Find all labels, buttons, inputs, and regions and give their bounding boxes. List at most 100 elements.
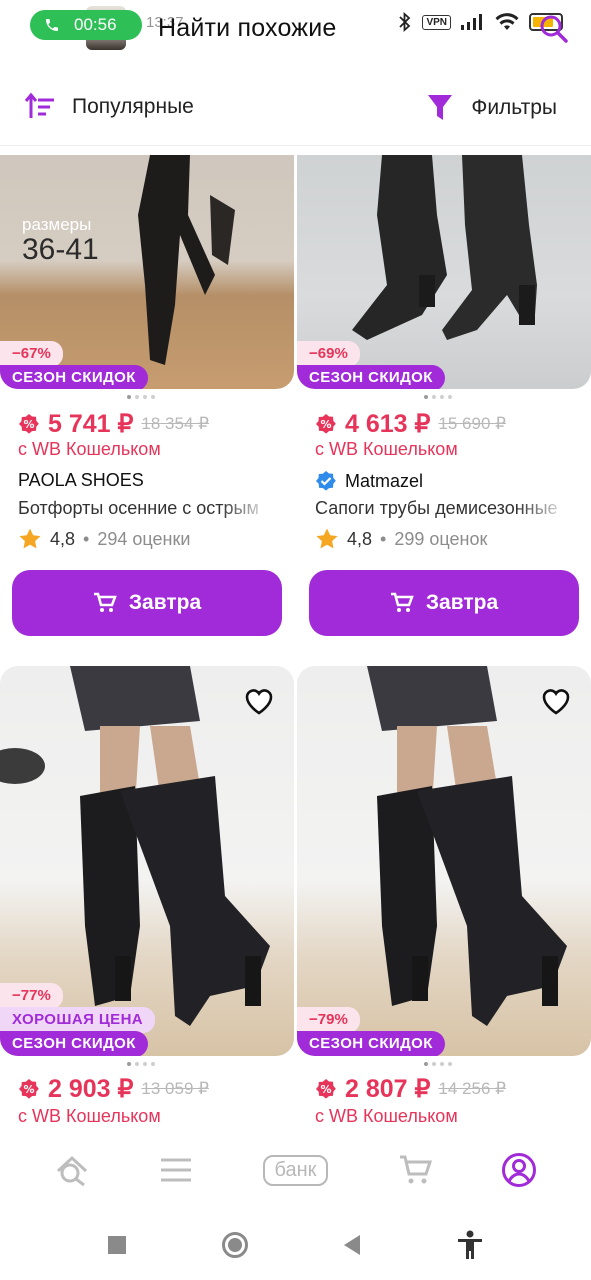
add-to-cart-button[interactable]: Завтра <box>12 570 282 636</box>
image-caption-1: размеры <box>22 215 91 234</box>
sort-filter-bar: Популярные Фильтры <box>0 74 591 146</box>
circle-icon[interactable] <box>221 1231 249 1259</box>
discount-icon: % <box>19 414 39 434</box>
menu-icon <box>161 1158 192 1182</box>
bottom-navigation: банк <box>0 1130 591 1210</box>
discount-badge: −67% <box>0 341 63 367</box>
heart-icon[interactable] <box>242 684 276 718</box>
wallet-note: с WB Кошельком <box>315 439 458 459</box>
season-badge: СЕЗОН СКИДОК <box>297 1031 445 1056</box>
square-icon[interactable] <box>107 1235 127 1255</box>
basket-icon <box>399 1155 432 1184</box>
product-image[interactable]: −77% ХОРОШАЯ ЦЕНА СЕЗОН СКИДОК <box>0 666 294 1056</box>
season-badge: СЕЗОН СКИДОК <box>0 1031 148 1056</box>
brand-name[interactable]: Matmazel <box>315 470 423 492</box>
sort-icon <box>24 92 54 118</box>
call-indicator[interactable]: 00:56 <box>30 10 142 40</box>
star-icon <box>316 528 338 549</box>
old-price: 15 690 ₽ <box>438 414 506 433</box>
svg-text:%: % <box>320 1083 331 1096</box>
product-card[interactable]: −69% СЕЗОН СКИДОК % 4 613 ₽ 15 690 ₽ с W… <box>297 155 591 645</box>
boot-illustration <box>367 666 567 1026</box>
nav-catalog[interactable] <box>146 1140 206 1200</box>
phone-icon <box>46 19 58 31</box>
discount-badge: −77% <box>0 983 63 1009</box>
home-icon <box>57 1155 88 1187</box>
price: 5 741 ₽ <box>48 410 134 438</box>
cart-label: Завтра <box>128 591 202 614</box>
image-caption-2: 36-41 <box>22 233 99 266</box>
rating-value: 4,8 <box>347 528 373 549</box>
bluetooth-icon <box>399 12 411 32</box>
wallet-note: с WB Кошельком <box>18 439 161 459</box>
price-row: % 2 903 ₽ 13 059 ₽ <box>18 1074 209 1104</box>
cart-icon <box>390 592 414 612</box>
discount-badge: −69% <box>297 341 360 367</box>
filter-label: Фильтры <box>471 96 557 119</box>
product-title[interactable]: Ботфорты осенние с острым <box>18 498 272 519</box>
wifi-icon <box>495 13 519 30</box>
old-price: 18 354 ₽ <box>141 414 209 433</box>
filter-icon <box>428 95 453 120</box>
rating: 4,8 • 299 оценок <box>315 527 487 551</box>
product-card[interactable]: −77% ХОРОШАЯ ЦЕНА СЕЗОН СКИДОК % 2 903 ₽… <box>0 666 294 1130</box>
old-price: 13 059 ₽ <box>141 1079 209 1098</box>
vpn-badge: VPN <box>422 14 451 30</box>
discount-icon: % <box>316 414 336 434</box>
back-icon[interactable] <box>342 1234 362 1256</box>
discount-icon: % <box>316 1079 336 1099</box>
heart-icon[interactable] <box>539 684 573 718</box>
rating-value: 4,8 <box>50 528 76 549</box>
price-row: % 2 807 ₽ 14 256 ₽ <box>315 1074 506 1104</box>
call-timer: 00:56 <box>74 15 117 34</box>
cart-label: Завтра <box>425 591 499 614</box>
verified-icon <box>316 471 336 491</box>
nav-cart[interactable] <box>385 1140 445 1200</box>
season-badge: СЕЗОН СКИДОК <box>297 365 445 389</box>
accessibility-icon[interactable] <box>456 1230 484 1260</box>
page-title: Найти похожие <box>158 14 337 42</box>
svg-text:%: % <box>23 418 34 431</box>
price: 4 613 ₽ <box>345 410 431 438</box>
product-image[interactable]: −69% СЕЗОН СКИДОК <box>297 155 591 389</box>
discount-icon: % <box>19 1079 39 1099</box>
svg-text:%: % <box>320 418 331 431</box>
product-image[interactable]: размеры 36-41 −67% СЕЗОН СКИДОК <box>0 155 294 389</box>
sort-button[interactable]: Популярные <box>24 92 194 122</box>
price: 2 807 ₽ <box>345 1075 431 1103</box>
nav-home[interactable] <box>42 1140 102 1200</box>
product-image[interactable]: −79% СЕЗОН СКИДОК <box>297 666 591 1056</box>
nav-bank[interactable]: банк <box>250 1140 340 1200</box>
discount-badge: −79% <box>297 1007 360 1033</box>
season-badge: СЕЗОН СКИДОК <box>0 365 148 389</box>
nav-profile[interactable] <box>489 1140 549 1200</box>
image-pager <box>127 1062 155 1066</box>
product-title[interactable]: Сапоги трубы демисезонные <box>315 498 569 519</box>
filter-button[interactable]: Фильтры <box>427 94 557 122</box>
product-card[interactable]: −79% СЕЗОН СКИДОК % 2 807 ₽ 14 256 ₽ с W… <box>297 666 591 1130</box>
brand-name[interactable]: PAOLA SHOES <box>18 470 144 491</box>
bank-icon: банк <box>262 1154 329 1186</box>
system-navigation <box>0 1210 591 1280</box>
sort-label: Популярные <box>72 95 194 118</box>
signal-icon <box>461 14 482 30</box>
profile-icon <box>501 1153 536 1187</box>
wallet-note: с WB Кошельком <box>18 1106 161 1126</box>
star-icon <box>19 528 41 549</box>
cart-icon <box>93 592 117 612</box>
brand-label: PAOLA SHOES <box>18 470 144 490</box>
review-count: 294 оценки <box>97 528 191 549</box>
review-count: 299 оценок <box>394 528 488 549</box>
add-to-cart-button[interactable]: Завтра <box>309 570 579 636</box>
price-row: % 5 741 ₽ 18 354 ₽ <box>18 409 209 439</box>
price-row: % 4 613 ₽ 15 690 ₽ <box>315 409 506 439</box>
svg-text:%: % <box>23 1083 34 1096</box>
image-pager <box>424 395 452 399</box>
search-icon[interactable] <box>539 14 569 44</box>
good-price-badge: ХОРОШАЯ ЦЕНА <box>0 1007 156 1033</box>
brand-label: Matmazel <box>345 470 424 491</box>
price: 2 903 ₽ <box>48 1075 134 1103</box>
rating: 4,8 • 294 оценки <box>18 527 190 551</box>
product-card[interactable]: размеры 36-41 −67% СЕЗОН СКИДОК % 5 741 … <box>0 155 294 645</box>
old-price: 14 256 ₽ <box>438 1079 506 1098</box>
